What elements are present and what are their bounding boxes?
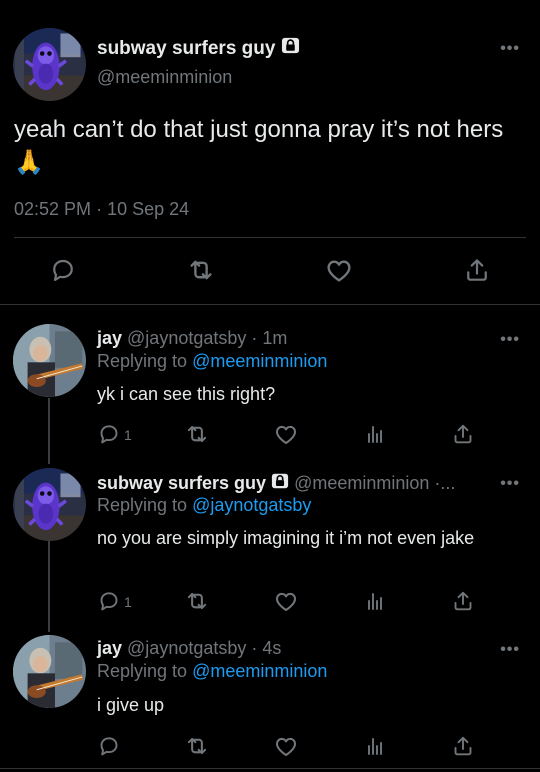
meta-separator: · <box>96 199 103 219</box>
more-icon[interactable]: ••• <box>500 331 520 349</box>
reply-tweet[interactable]: jay @jaynotgatsby · 4s ••• Replying to @… <box>0 625 540 768</box>
reply-actions: 1 <box>0 421 540 447</box>
replying-to: Replying to @meeminminion <box>97 351 327 372</box>
tweet-date: 10 Sep 24 <box>107 199 190 219</box>
main-tweet: subway surfers guy @meeminminion ••• yea… <box>0 0 540 305</box>
more-icon[interactable]: ••• <box>500 40 520 58</box>
reply-tweet[interactable]: subway surfers guy @meeminminion ·... ••… <box>0 460 540 625</box>
replying-to-link[interactable]: @jaynotgatsby <box>192 495 311 515</box>
analytics-icon[interactable] <box>362 421 388 447</box>
avatar[interactable] <box>13 324 86 397</box>
reply-count: 1 <box>124 427 132 443</box>
reply-header: jay @jaynotgatsby · 4s <box>97 638 281 659</box>
like-icon[interactable] <box>273 588 299 614</box>
reply-header: jay @jaynotgatsby · 1m <box>97 328 287 349</box>
tweet-text: yeah can’t do that just gonna pray it’s … <box>14 116 504 176</box>
reply-icon[interactable] <box>96 733 122 759</box>
reply-text: yk i can see this right? <box>97 384 276 404</box>
reply-count: 1 <box>124 594 132 610</box>
replying-to-link[interactable]: @meeminminion <box>192 661 327 681</box>
reply-text: i give up <box>97 695 165 715</box>
reply-icon[interactable] <box>48 255 78 285</box>
author-name[interactable]: subway surfers guy <box>97 473 266 494</box>
retweet-icon[interactable] <box>184 733 210 759</box>
author-name[interactable]: jay <box>97 638 122 659</box>
reply-icon[interactable] <box>96 421 122 447</box>
reply-header: subway surfers guy @meeminminion ·... <box>97 472 455 495</box>
like-icon[interactable] <box>273 733 299 759</box>
share-icon[interactable] <box>450 421 476 447</box>
reply-icon[interactable] <box>96 588 122 614</box>
replying-prefix: Replying to <box>97 351 188 371</box>
avatar[interactable] <box>13 28 86 101</box>
retweet-icon[interactable] <box>184 588 210 614</box>
analytics-icon[interactable] <box>362 733 388 759</box>
avatar[interactable] <box>13 635 86 708</box>
reply-time: · 4s <box>251 638 282 658</box>
lock-icon <box>271 472 289 495</box>
replying-prefix: Replying to <box>97 495 188 515</box>
reply-time: ·... <box>434 473 456 493</box>
author-name[interactable]: jay <box>97 328 122 349</box>
author-handle[interactable]: @meeminminion <box>97 67 232 88</box>
like-icon[interactable] <box>273 421 299 447</box>
author-name-text: subway surfers guy <box>97 37 276 59</box>
author-name[interactable]: subway surfers guy <box>97 36 300 61</box>
author-handle[interactable]: @jaynotgatsby <box>127 638 246 659</box>
tweet-timestamp[interactable]: 02:52 PM · 10 Sep 24 <box>14 199 189 220</box>
analytics-icon[interactable] <box>362 588 388 614</box>
share-icon[interactable] <box>450 588 476 614</box>
reply-text: no you are simply imagining it i’m not e… <box>97 528 475 548</box>
tweet-time: 02:52 PM <box>14 199 92 219</box>
replying-to: Replying to @jaynotgatsby <box>97 495 311 516</box>
reply-time: · 1m <box>251 328 288 348</box>
share-icon[interactable] <box>450 733 476 759</box>
replying-to: Replying to @meeminminion <box>97 661 327 682</box>
tweet-actions <box>0 255 540 287</box>
reply-tweet[interactable]: jay @jaynotgatsby · 1m ••• Replying to @… <box>0 305 540 460</box>
replying-prefix: Replying to <box>97 661 188 681</box>
more-icon[interactable]: ••• <box>500 475 520 493</box>
share-icon[interactable] <box>462 255 492 285</box>
reply-actions: 1 <box>0 588 540 614</box>
reply-actions <box>0 733 540 759</box>
author-handle[interactable]: @jaynotgatsby <box>127 328 246 349</box>
lock-icon <box>281 36 300 61</box>
divider <box>0 768 540 769</box>
retweet-icon[interactable] <box>184 421 210 447</box>
divider <box>14 237 526 238</box>
more-icon[interactable]: ••• <box>500 641 520 659</box>
author-handle[interactable]: @meeminminion <box>294 473 429 494</box>
retweet-icon[interactable] <box>186 255 216 285</box>
avatar[interactable] <box>13 468 86 541</box>
like-icon[interactable] <box>324 255 354 285</box>
replying-to-link[interactable]: @meeminminion <box>192 351 327 371</box>
